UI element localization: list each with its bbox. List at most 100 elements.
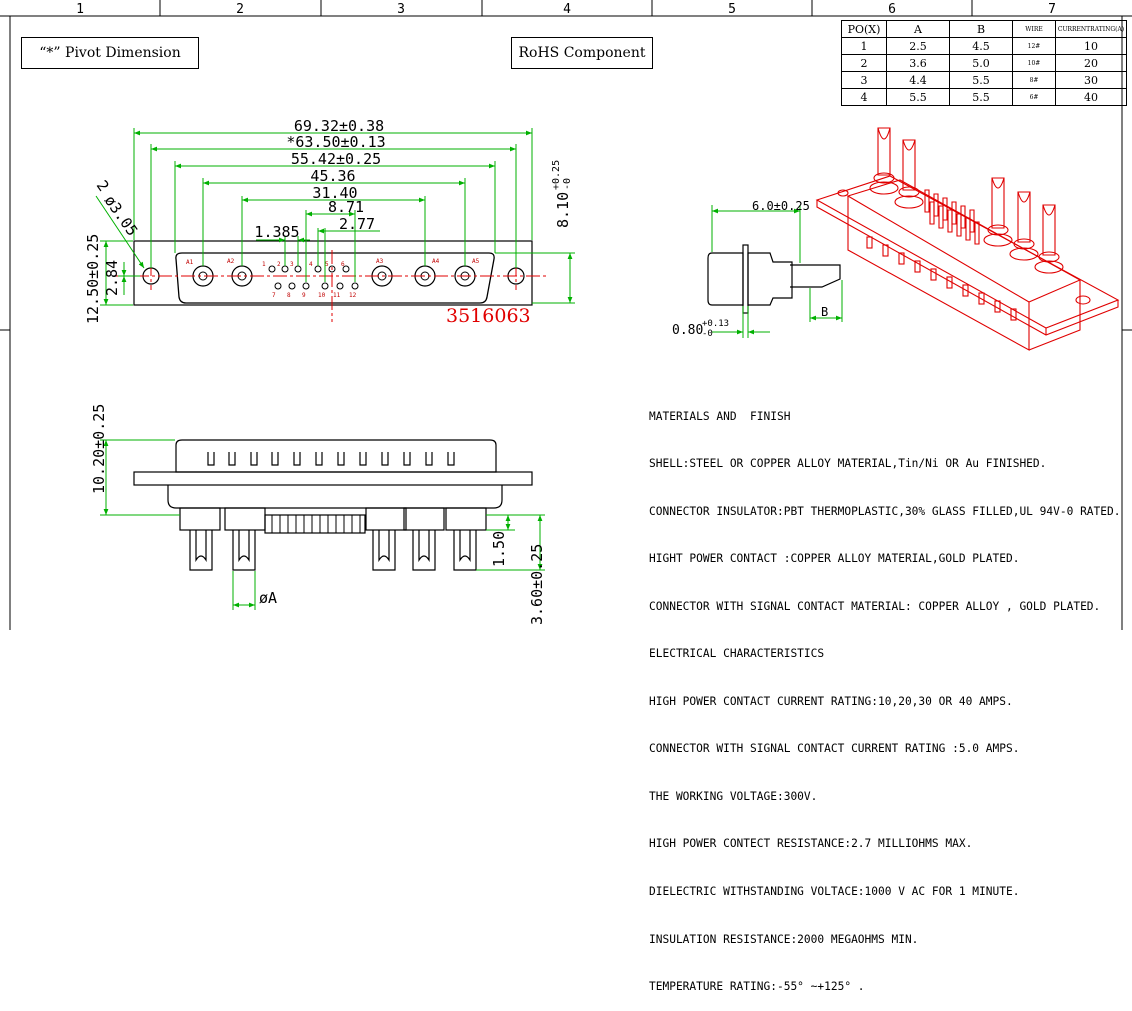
column-number: 7 [1048,2,1056,17]
table-cell: 5.5 [949,88,1013,106]
column-number: 5 [728,2,736,17]
dim-pin-offset: 1.50 [490,531,508,567]
note-line: MATERIALS AND FINISH [649,409,791,423]
dim-8-71: 8.71 [328,198,364,216]
note-line: SHELL:STEEL OR COPPER ALLOY MATERIAL,Tin… [649,457,1047,471]
connector-3d-render [815,127,1120,351]
dim-b: B [821,305,828,319]
signal-pin [336,282,344,290]
signal-pin [268,265,276,273]
dim-height-tol-top: +0.25 [551,160,562,190]
contact-mark: A4 [432,258,440,265]
dim-height-tol-bot: -0 [562,178,573,190]
pin-number: 7 [272,292,276,299]
table-header: PO(X) [841,20,887,38]
column-number: 1 [76,2,84,17]
table-cell: 20 [1055,54,1127,72]
signal-pin [288,282,296,290]
dim-height: 8.10 [554,192,572,228]
dim-pin-length: 3.60±0.25 [528,544,546,625]
dim-flange-tol-bot: -0 [702,329,713,339]
pivot-dimension-label: “*” Pivot Dimension [21,37,199,69]
pin-number: 10 [318,292,326,299]
note-line: INSULATION RESISTANCE:2000 MEGAOHMS MIN. [649,932,919,946]
table-cell: 1 [841,37,887,55]
pin-number: 6 [341,261,345,268]
contact-mark: A3 [376,258,384,265]
table-row: 3 4.4 5.5 8# 30 [841,71,1127,89]
note-line: ELECTRICAL CHARACTERISTICS [649,647,825,661]
table-row: 2 3.6 5.0 10# 20 [841,54,1127,72]
pin-number: 4 [309,261,313,268]
dim-hole-diameter: ø3.05 [101,192,142,239]
note-line: CONNECTOR INSULATOR:PBT THERMOPLASTIC,30… [649,504,1121,518]
contact-mark: A1 [186,259,194,266]
pin-number: 1 [262,261,266,268]
signal-pin [321,282,329,290]
dim-depth: 6.0±0.25 [752,199,810,213]
side-view: 6.0±0.25 0.80 +0.13 -0 B [672,199,843,339]
table-header: CURRENTRATING(A) [1055,20,1127,38]
table-row: 4 5.5 5.5 6# 40 [841,88,1127,106]
pin-number: 2 [277,261,281,268]
table-cell: 12# [1012,37,1056,55]
dim-2-77: 2.77 [339,215,375,233]
materials-notes: MATERIALS AND FINISH SHELL:STEEL OR COPP… [649,377,1120,1011]
table-cell: 2 [841,54,887,72]
dim-bottom-height: 10.20±0.25 [90,404,108,494]
signal-pin [281,265,289,273]
table-cell: 10 [1055,37,1127,55]
table-header: A [886,20,950,38]
pin-number: 12 [349,292,357,299]
table-cell: 8# [1012,71,1056,89]
pin-number: 3 [290,261,294,268]
front-view: 1 2 3 4 5 6 7 8 9 10 11 12 A1 A2 A3 A4 A… [84,117,575,327]
table-cell: 40 [1055,88,1127,106]
dim-width: 12.50±0.25 [84,234,102,324]
table-header: B [949,20,1013,38]
table-cell: 5.5 [886,88,950,106]
contact-mark: A5 [472,258,480,265]
dim-1-385: 1.385 [254,223,299,241]
part-number: 3516063 [446,305,531,327]
signal-pin [294,265,302,273]
note-line: HIGH POWER CONTECT RESISTANCE:2.7 MILLIO… [649,837,973,851]
table-header-row: PO(X) A B WIRE CURRENTRATING(A) [841,20,1127,38]
pin-number: 11 [333,292,341,299]
pin-number: 9 [302,292,306,299]
table-cell: 4 [841,88,887,106]
signal-pin [351,282,359,290]
note-line: TEMPERATURE RATING:-55° ~+125° . [649,980,865,994]
table-cell: 6# [1012,88,1056,106]
table-cell: 2.5 [886,37,950,55]
dim-2-84: 2.84 [103,260,121,296]
note-line: CONNECTOR WITH SIGNAL CONTACT MATERIAL: … [649,599,1101,613]
column-number: 3 [397,2,405,17]
note-line: THE WORKING VOLTAGE:300V. [649,789,818,803]
column-number: 4 [563,2,571,17]
bottom-view: 10.20±0.25 1.50 3.60±0.25 øA [90,404,546,625]
dim-flange: 0.80 [672,323,703,338]
table-cell: 3 [841,71,887,89]
signal-slot [207,452,455,466]
signal-pin [302,282,310,290]
dim-flange-tol-top: +0.13 [702,319,729,329]
table-header: WIRE [1012,20,1056,38]
note-line: HIGHT POWER CONTACT :COPPER ALLOY MATERI… [649,552,1020,566]
dim-45-36: 45.36 [310,167,355,185]
dim-diameter-a: øA [259,589,277,607]
pin-number: 5 [325,261,329,268]
signal-pin [314,265,322,273]
rohs-label: RoHS Component [511,37,653,69]
table-row: 1 2.5 4.5 12# 10 [841,37,1127,55]
table-cell: 3.6 [886,54,950,72]
table-cell: 10# [1012,54,1056,72]
dim-hole-qty: 2 [93,177,113,195]
table-cell: 5.5 [949,71,1013,89]
pin-number: 8 [287,292,291,299]
contact-mark: A2 [227,258,235,265]
table-cell: 4.4 [886,71,950,89]
note-line: DIELECTRIC WITHSTANDING VOLTACE:1000 V A… [649,885,1020,898]
dim-pivot: *63.50±0.13 [286,133,385,151]
table-cell: 5.0 [949,54,1013,72]
